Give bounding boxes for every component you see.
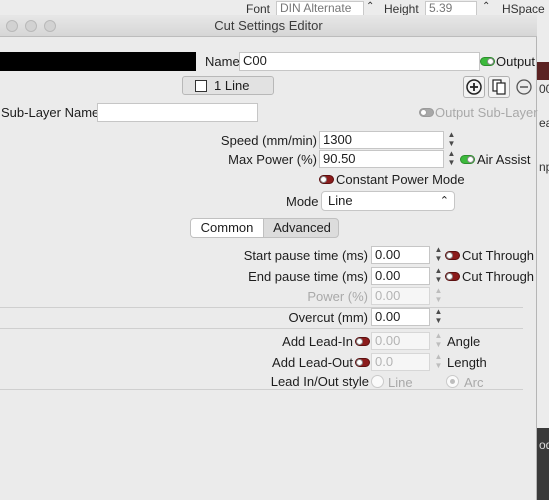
start-pause-label: Start pause time (ms) bbox=[243, 248, 368, 263]
font-dropdown-icon[interactable]: ⌃ bbox=[366, 1, 374, 12]
layer-color-swatch bbox=[0, 52, 196, 71]
background-fragment: od bbox=[539, 438, 549, 452]
lead-out-stepper[interactable]: ▲ ▼ bbox=[433, 352, 444, 372]
lead-in-field[interactable]: 0.00 bbox=[371, 332, 430, 350]
lead-style-label: Lead In/Out style bbox=[270, 374, 369, 389]
overcut-field[interactable]: 0.00 bbox=[371, 308, 430, 326]
font-label: Font bbox=[246, 2, 271, 16]
end-pause-label: End pause time (ms) bbox=[248, 269, 368, 284]
background-color-swatch bbox=[537, 62, 549, 80]
end-pause-field[interactable]: 0.00 bbox=[371, 267, 430, 285]
height-field[interactable]: 5.39 bbox=[425, 1, 477, 16]
overcut-stepper[interactable]: ▲ ▼ bbox=[433, 307, 444, 327]
speed-label: Speed (mm/min) bbox=[220, 133, 317, 148]
output-toggle[interactable] bbox=[480, 57, 495, 66]
minus-circle-icon bbox=[516, 79, 532, 95]
end-cut-through-toggle[interactable] bbox=[445, 272, 460, 281]
max-power-label: Max Power (%) bbox=[228, 152, 317, 167]
lead-style-line-radio[interactable] bbox=[371, 375, 384, 388]
air-assist-label: Air Assist bbox=[477, 152, 531, 167]
output-sub-layer-toggle[interactable] bbox=[419, 108, 434, 117]
section-divider bbox=[0, 328, 523, 329]
end-pause-stepper[interactable]: ▲ ▼ bbox=[433, 266, 444, 286]
lead-out-length-label: Length bbox=[447, 355, 487, 370]
lead-out-label: Add Lead-Out bbox=[272, 355, 353, 370]
section-divider bbox=[0, 307, 523, 308]
mode-label: Mode bbox=[286, 194, 319, 209]
power-stepper[interactable]: ▲ ▼ bbox=[433, 286, 444, 306]
title-bar[interactable]: Cut Settings Editor bbox=[0, 15, 537, 37]
font-field[interactable]: DIN Alternate bbox=[276, 1, 364, 16]
settings-tabs: Common Advanced bbox=[190, 218, 339, 238]
layer-select-button[interactable]: 1 Line bbox=[182, 76, 274, 95]
lead-in-angle-label: Angle bbox=[447, 334, 481, 349]
window-title: Cut Settings Editor bbox=[214, 18, 323, 33]
checkbox-icon bbox=[195, 80, 207, 92]
speed-field[interactable]: 1300 bbox=[319, 131, 444, 149]
lead-out-toggle[interactable] bbox=[355, 358, 370, 367]
start-pause-field[interactable]: 0.00 bbox=[371, 246, 430, 264]
remove-sublayer-button[interactable] bbox=[513, 76, 535, 98]
tab-common[interactable]: Common bbox=[191, 219, 264, 237]
section-divider bbox=[0, 389, 523, 390]
lead-in-stepper[interactable]: ▲ ▼ bbox=[433, 331, 444, 351]
add-sublayer-button[interactable] bbox=[463, 76, 485, 98]
height-stepper-icon[interactable]: ⌃ bbox=[482, 1, 490, 12]
lead-in-label: Add Lead-In bbox=[282, 334, 353, 349]
name-label: Name bbox=[205, 54, 240, 69]
max-power-stepper[interactable]: ▲ ▼ bbox=[446, 149, 457, 169]
start-cut-through-label: Cut Through bbox=[462, 248, 535, 263]
constant-power-toggle[interactable] bbox=[319, 175, 334, 184]
copy-icon bbox=[492, 79, 506, 95]
layer-select-label: 1 Line bbox=[214, 78, 250, 93]
sub-layer-name-label: Sub-Layer Name bbox=[1, 105, 100, 120]
mode-select[interactable]: Line ⌃ bbox=[321, 191, 455, 211]
constant-power-label: Constant Power Mode bbox=[336, 172, 465, 187]
output-sub-layer-label: Output Sub-Layer bbox=[435, 105, 538, 120]
plus-circle-icon bbox=[466, 79, 482, 95]
background-fragment: ea bbox=[539, 116, 549, 130]
chevron-updown-icon: ⌃ bbox=[439, 195, 449, 207]
background-fragment: np bbox=[539, 160, 549, 174]
start-cut-through-toggle[interactable] bbox=[445, 251, 460, 260]
cut-settings-window: Cut Settings Editor Name C00 Output 1 Li… bbox=[0, 15, 538, 500]
name-field[interactable]: C00 bbox=[239, 52, 480, 71]
hspace-label: HSpace bbox=[502, 2, 545, 16]
tab-advanced[interactable]: Advanced bbox=[265, 219, 338, 237]
power-field[interactable]: 0.00 bbox=[371, 287, 430, 305]
background-fragment: 00 bbox=[539, 82, 549, 96]
height-label: Height bbox=[384, 2, 419, 16]
start-pause-stepper[interactable]: ▲ ▼ bbox=[433, 245, 444, 265]
speed-stepper[interactable]: ▲ ▼ bbox=[446, 130, 457, 150]
copy-sublayer-button[interactable] bbox=[488, 76, 510, 98]
lead-in-toggle[interactable] bbox=[355, 337, 370, 346]
sub-layer-name-field[interactable] bbox=[97, 103, 258, 122]
lead-style-arc-radio[interactable] bbox=[446, 375, 459, 388]
end-cut-through-label: Cut Through bbox=[462, 269, 535, 284]
power-label: Power (%) bbox=[307, 289, 368, 304]
mode-select-value: Line bbox=[328, 193, 353, 208]
lead-out-field[interactable]: 0.0 bbox=[371, 353, 430, 371]
air-assist-toggle[interactable] bbox=[460, 155, 475, 164]
overcut-label: Overcut (mm) bbox=[288, 310, 368, 325]
output-label: Output bbox=[496, 54, 536, 69]
max-power-field[interactable]: 90.50 bbox=[319, 150, 444, 168]
